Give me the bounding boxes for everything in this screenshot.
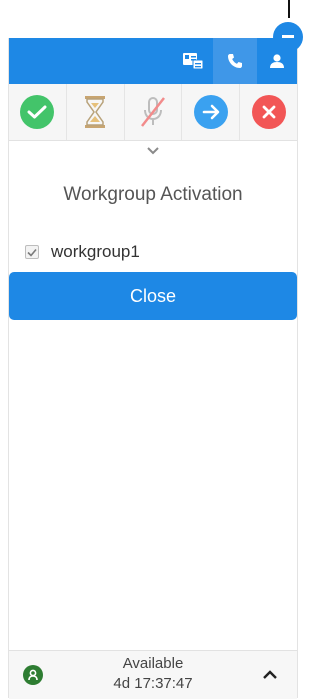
dialog-title: Workgroup Activation <box>63 184 243 205</box>
chevron-down-icon <box>147 147 159 155</box>
top-toolbar <box>9 22 303 84</box>
status-duration: 4d 17:37:47 <box>113 675 193 692</box>
text-cursor <box>288 0 290 18</box>
menu-icon[interactable] <box>15 50 43 72</box>
close-button[interactable]: Close <box>9 272 297 320</box>
workgroup-checkbox[interactable] <box>25 245 39 259</box>
chevron-up-icon <box>263 670 277 679</box>
hold-button[interactable] <box>67 84 125 140</box>
check-icon <box>20 95 55 129</box>
contact-card-icon[interactable] <box>173 38 213 84</box>
close-icon <box>251 95 286 129</box>
accept-button[interactable] <box>9 84 67 140</box>
call-action-bar <box>9 84 297 141</box>
checkmark-icon <box>27 248 37 257</box>
microphone-mute-icon <box>141 97 165 127</box>
status-state: Available <box>122 655 184 672</box>
mute-button[interactable] <box>125 84 183 140</box>
transfer-button[interactable] <box>182 84 241 140</box>
arrow-right-icon <box>193 95 228 129</box>
collapse-toggle[interactable] <box>9 141 297 161</box>
workgroup-row: workgroup1 <box>25 242 140 262</box>
expand-status-button[interactable] <box>259 667 281 683</box>
workgroup-label: workgroup1 <box>51 242 140 261</box>
minimize-button[interactable] <box>273 22 303 52</box>
phone-icon[interactable] <box>213 38 257 84</box>
status-bar: Available 4d 17:37:47 <box>9 650 297 699</box>
agent-panel: Workgroup Activation workgroup1 Close Av… <box>8 22 303 699</box>
reject-button[interactable] <box>240 84 297 140</box>
hourglass-icon <box>85 96 106 128</box>
